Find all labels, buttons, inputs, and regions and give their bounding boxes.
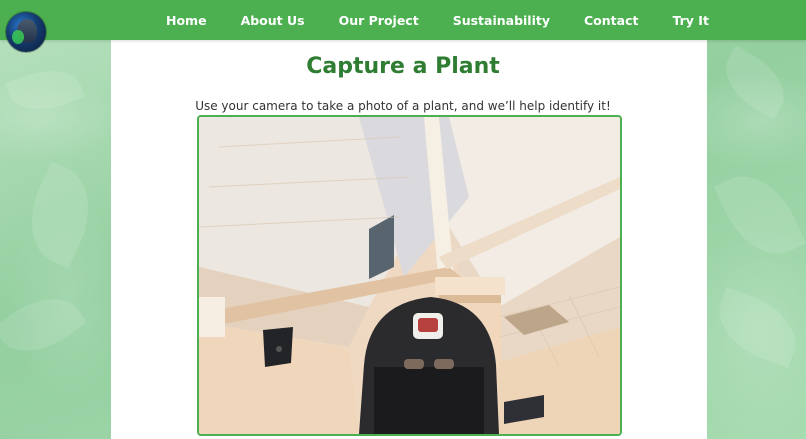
page-title: Capture a Plant [306, 54, 500, 79]
avatar[interactable] [6, 12, 46, 52]
nav-about-link[interactable]: About Us [241, 13, 305, 28]
nav-project-link[interactable]: Our Project [339, 13, 419, 28]
page-subtitle: Use your camera to take a photo of a pla… [195, 99, 611, 113]
nav-home-link[interactable]: Home [166, 13, 207, 28]
top-nav: Home About Us Our Project Sustainability… [0, 0, 806, 40]
nav-contact-link[interactable]: Contact [584, 13, 638, 28]
camera-feed[interactable] [197, 115, 622, 436]
camera-image [199, 117, 620, 434]
nav-links: Home About Us Our Project Sustainability… [166, 0, 709, 40]
nav-try-it-link[interactable]: Try It [672, 13, 708, 28]
nav-sustainability-link[interactable]: Sustainability [453, 13, 550, 28]
